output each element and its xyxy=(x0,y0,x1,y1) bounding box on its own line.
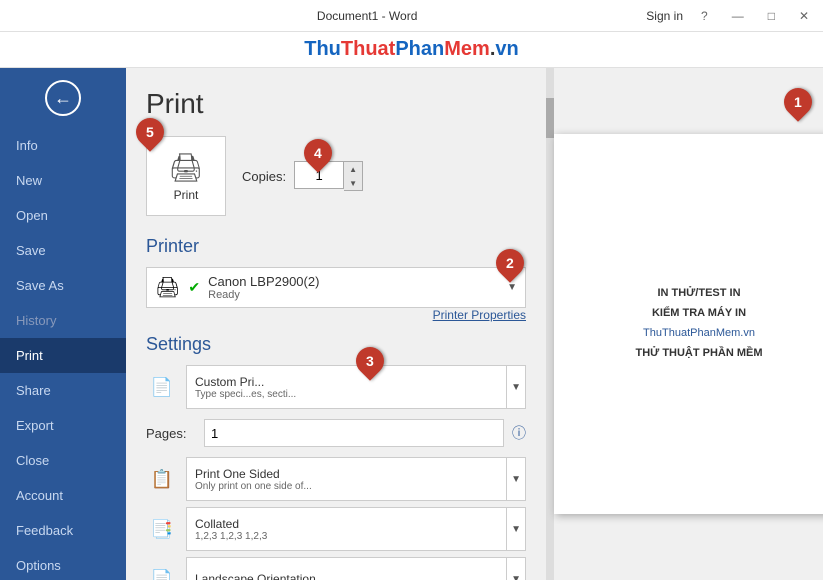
collated-dropdown[interactable]: Collated 1,2,3 1,2,3 1,2,3 ▼ xyxy=(186,507,526,551)
sidebar-item-info[interactable]: Info xyxy=(0,128,126,163)
collated-arrow: ▼ xyxy=(506,508,521,550)
page-preview: IN THỬ/TEST IN KIỂM TRA MÁY IN ThuThuatP… xyxy=(554,134,823,514)
print-left-panel: Print 5 🖨 Print Copies: xyxy=(126,68,546,580)
printer-icon: 🖨 xyxy=(168,151,204,184)
settings-group: 📄 3 Custom Pri... Type speci...es, secti… xyxy=(146,365,526,580)
left-panel-scrollbar[interactable] xyxy=(546,68,554,580)
preview-content: IN THỬ/TEST IN KIỂM TRA MÁY IN ThuThuatP… xyxy=(635,284,762,363)
custom-print-row: 📄 3 Custom Pri... Type speci...es, secti… xyxy=(146,365,526,409)
logo: ThuThuatPhanMem.vn xyxy=(304,38,518,61)
printer-info: Canon LBP2900(2) Ready xyxy=(208,274,499,301)
orientation-dropdown[interactable]: Landscape Orientation ▼ xyxy=(186,557,526,580)
custom-print-icon: 📄 xyxy=(146,371,178,403)
one-sided-sub: Only print on one side of... xyxy=(195,481,517,492)
one-sided-row: 📋 Print One Sided Only print on one side… xyxy=(146,457,526,501)
maximize-button[interactable]: □ xyxy=(762,7,781,25)
custom-print-main: Custom Pri... xyxy=(195,375,517,389)
sidebar-item-history: History xyxy=(0,303,126,338)
pages-row: Pages: ⓘ xyxy=(146,419,526,447)
custom-print-wrapper: 3 Custom Pri... Type speci...es, secti..… xyxy=(186,365,526,409)
sidebar: ← Info New Open Save Save As History Pri… xyxy=(0,68,126,580)
print-area: Print 5 🖨 Print Copies: xyxy=(126,68,823,580)
collated-main: Collated xyxy=(195,517,517,531)
logo-bar: ThuThuatPhanMem.vn xyxy=(0,32,823,68)
preview-area: 1 IN THỬ/TEST IN KIỂM TRA MÁY IN ThuThua… xyxy=(554,68,823,580)
orientation-icon: 📄 xyxy=(146,563,178,580)
print-button[interactable]: 🖨 Print xyxy=(146,136,226,216)
sidebar-item-share[interactable]: Share xyxy=(0,373,126,408)
titlebar: Document1 - Word Sign in ? — □ ✕ xyxy=(0,0,823,32)
one-sided-main: Print One Sided xyxy=(195,467,517,481)
preview-line3: ThuThuatPhanMem.vn xyxy=(635,324,762,344)
collated-row: 📑 Collated 1,2,3 1,2,3 1,2,3 ▼ xyxy=(146,507,526,551)
preview-line1: IN THỬ/TEST IN xyxy=(635,284,762,304)
left-scroll-thumb xyxy=(546,98,554,138)
help-button[interactable]: ? xyxy=(695,7,714,25)
printer-name: Canon LBP2900(2) xyxy=(208,274,499,289)
copies-input-wrap: ▲ ▼ xyxy=(294,161,363,191)
copies-spinner: ▲ ▼ xyxy=(344,161,363,191)
copies-control: Copies: 4 ▲ ▼ xyxy=(242,161,363,191)
printer-section-title: Printer xyxy=(146,236,526,257)
orientation-main: Landscape Orientation xyxy=(195,572,517,580)
sidebar-item-account[interactable]: Account xyxy=(0,478,126,513)
orientation-arrow: ▼ xyxy=(506,558,521,580)
printer-dropdown[interactable]: 🖨 ✔ Canon LBP2900(2) Ready ▼ xyxy=(146,267,526,308)
sidebar-item-open[interactable]: Open xyxy=(0,198,126,233)
print-button-label: Print xyxy=(174,188,199,202)
pages-label: Pages: xyxy=(146,426,196,441)
sidebar-item-export[interactable]: Export xyxy=(0,408,126,443)
pages-info-icon[interactable]: ⓘ xyxy=(512,423,526,443)
sidebar-item-close[interactable]: Close xyxy=(0,443,126,478)
marker-1: 1 xyxy=(778,82,818,122)
settings-section-title: Settings xyxy=(146,334,526,355)
preview-line4: THỬ THUẬT PHẦN MỀM xyxy=(635,344,762,364)
sidebar-item-options[interactable]: Options xyxy=(0,548,126,580)
main-content: ← Info New Open Save Save As History Pri… xyxy=(0,68,823,580)
sidebar-item-save-as[interactable]: Save As xyxy=(0,268,126,303)
back-circle-icon: ← xyxy=(45,80,81,116)
close-button[interactable]: ✕ xyxy=(793,7,815,25)
copies-label: Copies: xyxy=(242,169,286,184)
copies-up-button[interactable]: ▲ xyxy=(344,162,362,176)
custom-print-dropdown[interactable]: Custom Pri... Type speci...es, secti... … xyxy=(186,365,526,409)
copies-marker-wrap: 4 ▲ ▼ xyxy=(294,161,363,191)
pages-input[interactable] xyxy=(204,419,504,447)
sidebar-item-save[interactable]: Save xyxy=(0,233,126,268)
one-sided-icon: 📋 xyxy=(146,463,178,495)
sidebar-item-new[interactable]: New xyxy=(0,163,126,198)
printer-check-icon: ✔ xyxy=(188,279,200,296)
printer-dropdown-container: 2 🖨 ✔ Canon LBP2900(2) Ready ▼ xyxy=(146,267,526,308)
printer-status: Ready xyxy=(208,289,499,301)
print-button-wrap: 5 🖨 Print xyxy=(146,136,226,216)
printer-properties-link[interactable]: Printer Properties xyxy=(146,308,526,322)
window-title: Document1 - Word xyxy=(88,9,646,23)
copies-down-button[interactable]: ▼ xyxy=(344,176,362,190)
collated-icon: 📑 xyxy=(146,513,178,545)
sidebar-item-feedback[interactable]: Feedback xyxy=(0,513,126,548)
page-title: Print xyxy=(146,88,526,120)
minimize-button[interactable]: — xyxy=(726,7,750,25)
custom-print-arrow: ▼ xyxy=(506,366,521,408)
sign-in-link[interactable]: Sign in xyxy=(646,9,683,23)
preview-line2: KIỂM TRA MÁY IN xyxy=(635,304,762,324)
orientation-row: 📄 Landscape Orientation ▼ xyxy=(146,557,526,580)
printer-dropdown-arrow: ▼ xyxy=(507,282,517,293)
custom-print-sub: Type speci...es, secti... xyxy=(195,389,517,400)
print-controls: 5 🖨 Print Copies: 4 xyxy=(146,136,526,216)
back-button[interactable]: ← xyxy=(0,68,126,128)
one-sided-dropdown[interactable]: Print One Sided Only print on one side o… xyxy=(186,457,526,501)
sidebar-item-print[interactable]: Print xyxy=(0,338,126,373)
printer-small-icon: 🖨 xyxy=(155,275,180,300)
one-sided-arrow: ▼ xyxy=(506,458,521,500)
collated-sub: 1,2,3 1,2,3 1,2,3 xyxy=(195,531,517,542)
